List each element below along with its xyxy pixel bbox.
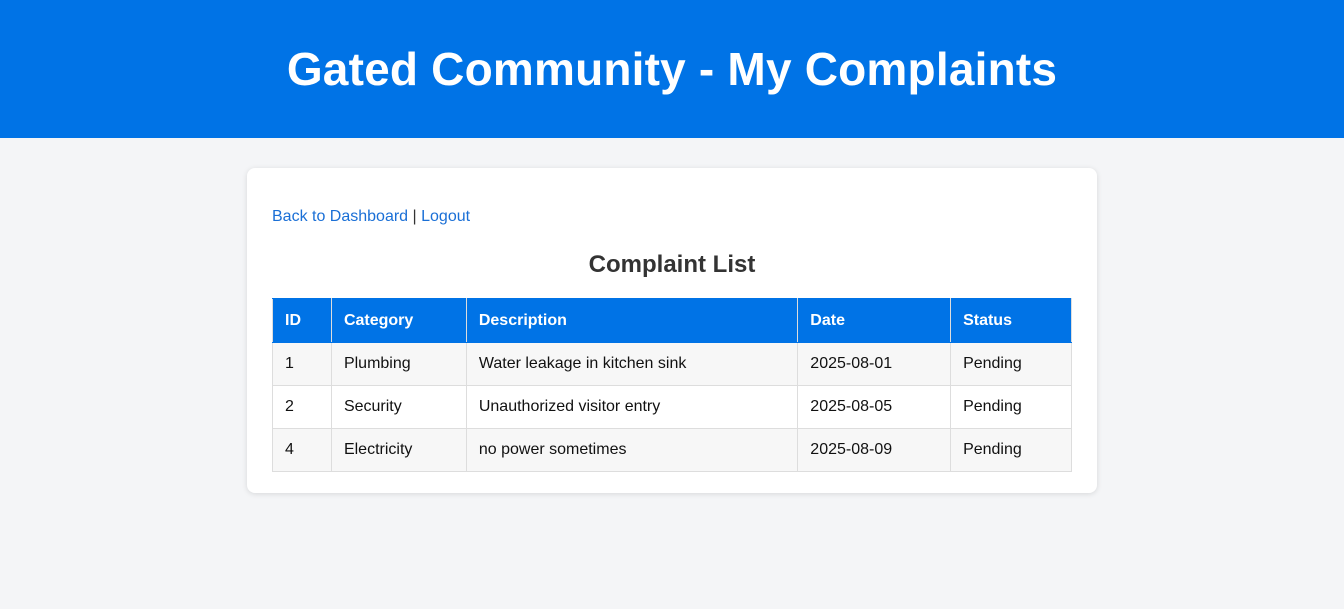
table-row: 1 Plumbing Water leakage in kitchen sink…: [272, 342, 1072, 386]
table-row: 2 Security Unauthorized visitor entry 20…: [272, 385, 1072, 429]
cell-category: Security: [330, 385, 467, 429]
cell-status: Pending: [950, 428, 1072, 472]
cell-category: Electricity: [330, 428, 467, 472]
back-to-dashboard-link[interactable]: Back to Dashboard: [272, 208, 408, 225]
cell-description: Water leakage in kitchen sink: [465, 342, 799, 386]
cell-status: Pending: [950, 385, 1072, 429]
column-header-category: Category: [330, 298, 467, 343]
nav-links: Back to Dashboard | Logout: [272, 206, 1072, 228]
complaints-table: ID Category Description Date Status 1 Pl…: [272, 298, 1072, 472]
cell-id: 2: [272, 385, 332, 429]
column-header-status: Status: [950, 298, 1072, 343]
cell-date: 2025-08-01: [797, 342, 952, 386]
table-row: 4 Electricity no power sometimes 2025-08…: [272, 428, 1072, 472]
cell-description: Unauthorized visitor entry: [465, 385, 799, 429]
cell-date: 2025-08-05: [797, 385, 952, 429]
cell-category: Plumbing: [330, 342, 467, 386]
column-header-id: ID: [272, 298, 332, 343]
cell-status: Pending: [950, 342, 1072, 386]
page-header: Gated Community - My Complaints: [0, 0, 1344, 138]
table-header-row: ID Category Description Date Status: [272, 298, 1072, 343]
cell-date: 2025-08-09: [797, 428, 952, 472]
complaints-card: Back to Dashboard | Logout Complaint Lis…: [247, 168, 1097, 493]
column-header-description: Description: [465, 298, 799, 343]
complaint-list-heading: Complaint List: [588, 251, 756, 278]
cell-id: 4: [272, 428, 332, 472]
page-title: Gated Community - My Complaints: [286, 43, 1058, 95]
logout-link[interactable]: Logout: [421, 208, 470, 225]
column-header-date: Date: [797, 298, 952, 343]
cell-id: 1: [272, 342, 332, 386]
nav-separator: |: [408, 208, 422, 225]
cell-description: no power sometimes: [465, 428, 799, 472]
